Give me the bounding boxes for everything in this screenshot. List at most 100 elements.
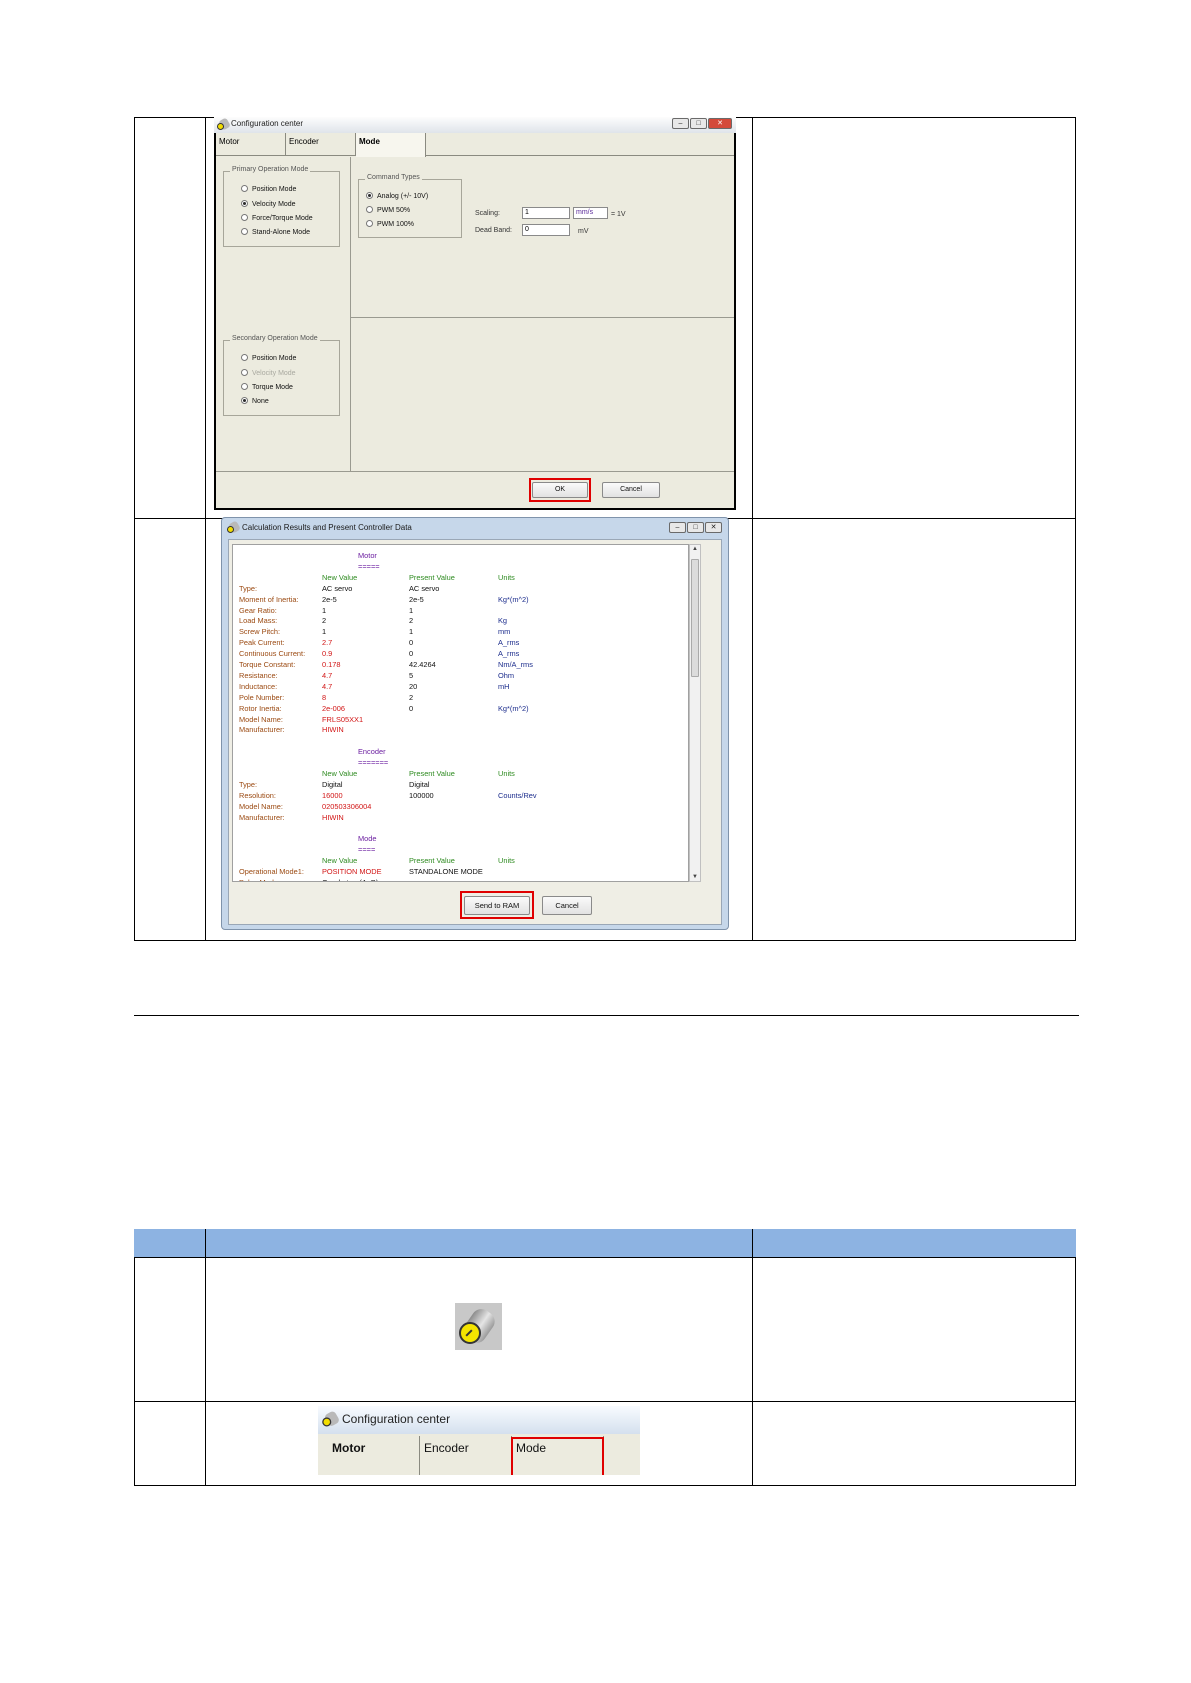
scaling-suffix: = 1V: [611, 211, 626, 218]
tab-encoder[interactable]: Encoder: [286, 133, 356, 156]
radio-icon: [366, 206, 373, 213]
result-label: Screw Pitch:: [239, 627, 281, 637]
tab-motor[interactable]: Motor: [216, 133, 286, 156]
radio-icon: [241, 383, 248, 390]
section-underline: ====: [358, 845, 376, 855]
radio-pwm-50[interactable]: PWM 50%: [366, 206, 410, 214]
calc-window-title: Calculation Results and Present Controll…: [242, 523, 412, 532]
snippet-tab-encoder[interactable]: Encoder: [420, 1436, 512, 1475]
primary-group-title: Primary Operation Mode: [230, 166, 311, 173]
tab-bar: Motor Encoder Mode: [216, 133, 734, 157]
deadband-input[interactable]: 0: [522, 224, 570, 236]
result-label: Pulse Mode:: [239, 878, 280, 881]
col-new-value: New Value: [322, 769, 358, 778]
radio-secondary-none[interactable]: None: [241, 397, 269, 405]
snippet-title: Configuration center: [342, 1412, 451, 1426]
scaling-input[interactable]: 1: [522, 207, 570, 219]
radio-velocity-mode[interactable]: Velocity Mode: [241, 200, 296, 208]
radio-icon: [241, 354, 248, 361]
close-icon[interactable]: ✕: [708, 118, 732, 129]
result-new-value: 0.9: [322, 649, 333, 659]
calculation-results-window: Calculation Results and Present Controll…: [221, 517, 729, 930]
result-present-value: 2: [409, 616, 414, 626]
results-list: Motor ===== New Value Present Value Units Typ…: [232, 544, 689, 882]
result-units: Kg: [498, 616, 508, 626]
radio-pwm-100[interactable]: PWM 100%: [366, 220, 414, 228]
result-new-value: Digital: [322, 779, 343, 789]
app-icon: [322, 1410, 341, 1428]
radio-icon: [241, 214, 248, 221]
scroll-up-icon[interactable]: ▲: [690, 546, 700, 552]
result-new-value: 8: [322, 692, 327, 702]
maximize-icon[interactable]: □: [687, 522, 704, 533]
bottom-table-header-rule: [134, 1257, 1076, 1258]
section-title: Mode: [358, 834, 377, 844]
result-label: Torque Constant:: [239, 660, 296, 669]
scroll-thumb[interactable]: [691, 559, 699, 677]
result-label: Moment of Inertia:: [239, 594, 299, 604]
result-new-value: 2.7: [322, 638, 333, 648]
calc-content: Motor ===== New Value Present Value Units Typ…: [228, 539, 722, 925]
tab-mode[interactable]: Mode: [356, 133, 426, 157]
result-present-value: 1: [409, 605, 414, 615]
calc-cancel-button[interactable]: Cancel: [542, 896, 592, 915]
result-label: Model Name:: [239, 801, 283, 811]
bottom-table-col-divider-2: [752, 1229, 753, 1486]
result-label: Resolution:: [239, 790, 276, 800]
snippet-title-bar: Configuration center: [318, 1406, 640, 1434]
snippet-tab-motor[interactable]: Motor: [328, 1436, 420, 1475]
col-new-value: New Value: [322, 856, 358, 866]
result-new-value: 4.7: [322, 681, 333, 691]
send-to-ram-highlight-frame: [460, 891, 534, 919]
result-new-value: Quadrature(AqB): [322, 878, 378, 881]
result-units: Kg*(m^2): [498, 594, 529, 604]
radio-selected-icon: [241, 397, 248, 404]
result-present-value: AC servo: [409, 583, 440, 593]
calc-title-bar: Calculation Results and Present Controll…: [222, 518, 728, 538]
result-new-value: 2e-5: [322, 594, 337, 604]
section-rule: [134, 1015, 1079, 1016]
radio-stand-alone-mode[interactable]: Stand-Alone Mode: [241, 228, 310, 236]
bottom-table-row-divider: [134, 1401, 1076, 1402]
radio-secondary-torque-mode[interactable]: Torque Mode: [241, 383, 293, 391]
result-present-value: Digital: [409, 779, 430, 789]
radio-selected-icon: [241, 200, 248, 207]
minimize-icon[interactable]: –: [672, 118, 689, 129]
result-label: Pole Number:: [239, 692, 285, 702]
section-underline: =======: [358, 758, 389, 768]
result-new-value: 1: [322, 605, 327, 615]
radio-secondary-position-mode[interactable]: Position Mode: [241, 354, 296, 362]
cancel-button[interactable]: Cancel: [602, 482, 660, 498]
result-units: Ohm: [498, 670, 515, 680]
result-present-value: 0: [409, 703, 414, 713]
result-present-value: 2: [409, 692, 414, 702]
radio-force-torque-mode[interactable]: Force/Torque Mode: [241, 214, 313, 222]
result-units: A_rms: [498, 638, 520, 648]
result-units: Nm/A_rms: [498, 660, 533, 669]
close-icon[interactable]: ✕: [705, 522, 722, 533]
result-present-value: 20: [409, 681, 418, 691]
result-new-value: 0.178: [322, 660, 341, 669]
command-group-title: Command Types: [365, 174, 422, 181]
result-label: Resistance:: [239, 670, 278, 680]
result-new-value: FRLS05XX1: [322, 714, 364, 724]
radio-analog[interactable]: Analog (+/- 10V): [366, 192, 428, 200]
result-present-value: 5: [409, 670, 414, 680]
results-scrollbar[interactable]: ▲ ▼: [689, 544, 701, 882]
maximize-icon[interactable]: □: [690, 118, 707, 129]
result-label: Rotor Inertia:: [239, 703, 282, 713]
minimize-icon[interactable]: –: [669, 522, 686, 533]
deadband-label: Dead Band:: [475, 227, 512, 234]
result-label: Peak Current:: [239, 638, 285, 648]
radio-icon: [366, 220, 373, 227]
result-new-value: 020503306004: [322, 801, 372, 811]
panel-divider-horizontal: [350, 317, 734, 318]
result-label: Model Name:: [239, 714, 283, 724]
col-units: Units: [498, 769, 515, 778]
bottom-table-col-divider-1: [205, 1229, 206, 1486]
scaling-label: Scaling:: [475, 210, 500, 217]
config-body: Motor Encoder Mode Primary Operation Mod…: [216, 133, 734, 508]
window-title: Configuration center: [231, 119, 304, 128]
radio-position-mode[interactable]: Position Mode: [241, 185, 296, 193]
scroll-down-icon[interactable]: ▼: [690, 874, 700, 880]
